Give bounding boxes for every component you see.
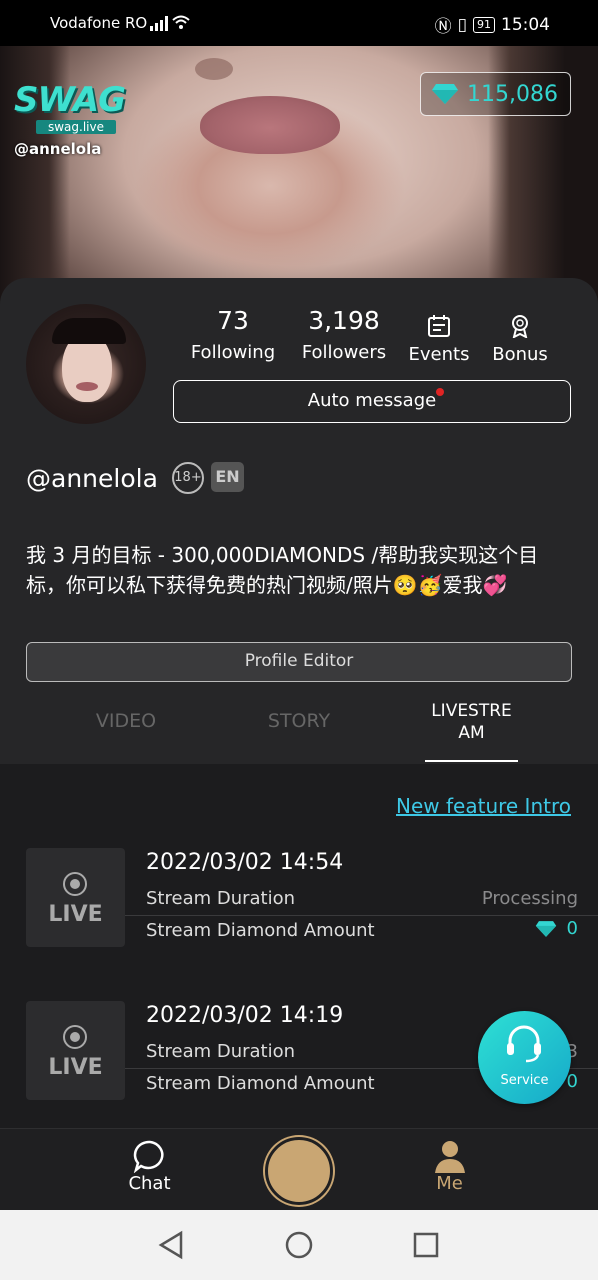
person-icon [434, 1141, 465, 1173]
followers-label: Followers [301, 342, 387, 363]
cover-photo: SWAG swag.live @annelola 115,086 [0, 46, 598, 306]
brand-site: swag.live [36, 120, 116, 134]
calendar-icon [428, 315, 450, 337]
swag-logo: SWAG [14, 80, 126, 120]
battery-icon: 91 [473, 16, 495, 33]
age-rating-badge: 18+ [172, 462, 204, 494]
swag-watermark: SWAG swag.live @annelola [14, 80, 126, 158]
stream-date: 2022/03/02 14:54 [146, 850, 344, 875]
events-stat[interactable]: Events [394, 306, 484, 365]
stream-date: 2022/03/02 14:19 [146, 1003, 344, 1028]
active-tab-indicator [425, 760, 518, 762]
watermark-handle: @annelola [14, 140, 102, 158]
profile-editor-button[interactable]: Profile Editor [26, 642, 572, 682]
vibrate-icon: ▯ [457, 14, 467, 35]
headset-icon [507, 1025, 541, 1063]
stream-duration-label: Stream Duration [146, 888, 296, 909]
notification-dot [436, 388, 444, 396]
clock: 15:04 [501, 14, 550, 35]
signal-wifi-icon [150, 15, 190, 31]
diamond-balance: 115,086 [467, 81, 558, 107]
go-live-button[interactable] [265, 1137, 333, 1205]
nav-chat[interactable]: Chat [112, 1139, 187, 1194]
stream-status: Processing [481, 888, 578, 909]
tab-video[interactable]: VIDEO [78, 710, 174, 732]
me-label: Me [436, 1173, 463, 1194]
events-label: Events [408, 344, 470, 365]
diamond-balance-badge[interactable]: 115,086 [420, 72, 571, 116]
stream-diamond-label: Stream Diamond Amount [146, 1073, 375, 1094]
live-tile-label: LIVE [48, 1055, 103, 1080]
badge-icon [512, 315, 528, 338]
service-label: Service [500, 1073, 549, 1088]
bonus-stat[interactable]: Bonus [484, 306, 556, 365]
list-item[interactable]: LIVE 2022/03/02 14:54 Stream Duration St… [26, 764, 598, 947]
profile-stats: 73 Following 3,198 Followers Events Bonu… [172, 306, 572, 365]
record-icon [63, 1025, 87, 1049]
followers-count: 3,198 [308, 306, 380, 335]
tab-livestream[interactable]: LIVESTRE AM [425, 700, 518, 744]
chat-icon [133, 1140, 164, 1173]
record-icon [63, 872, 87, 896]
chat-label: Chat [128, 1173, 171, 1194]
customer-service-button[interactable]: Service [478, 1011, 571, 1104]
avatar[interactable] [26, 304, 146, 424]
following-count: 73 [217, 306, 249, 335]
followers-stat[interactable]: 3,198 Followers [294, 306, 394, 365]
recents-icon[interactable] [412, 1231, 440, 1259]
carrier-name: Vodafone RO [50, 14, 148, 32]
content-tabs: VIDEO STORY LIVESTRE AM [0, 698, 598, 764]
auto-message-label: Auto message [307, 390, 437, 411]
live-thumbnail: LIVE [26, 1001, 125, 1100]
bonus-label: Bonus [492, 344, 548, 365]
following-label: Following [190, 342, 276, 363]
system-navigation-bar [0, 1210, 598, 1280]
stream-duration-label: Stream Duration [146, 1041, 296, 1062]
back-icon[interactable] [157, 1230, 185, 1260]
profile-bio: 我 3 月的目标 - 300,000DIAMONDS /帮助我实现这个目标，你可… [26, 543, 539, 597]
language-badge: EN [211, 462, 244, 492]
following-stat[interactable]: 73 Following [172, 306, 294, 365]
status-bar: Vodafone RO Ⓝ ▯ 91 15:04 [0, 0, 598, 46]
home-icon[interactable] [284, 1230, 314, 1260]
auto-message-button[interactable]: Auto message [173, 380, 571, 423]
diamond-icon [432, 84, 459, 104]
nav-me[interactable]: Me [412, 1139, 487, 1194]
username: @annelola [26, 464, 158, 493]
tab-story[interactable]: STORY [250, 710, 348, 732]
nfc-icon: Ⓝ [434, 17, 452, 37]
bottom-nav: Chat Me [0, 1128, 598, 1210]
profile-card: 73 Following 3,198 Followers Events Bonu… [0, 278, 598, 764]
